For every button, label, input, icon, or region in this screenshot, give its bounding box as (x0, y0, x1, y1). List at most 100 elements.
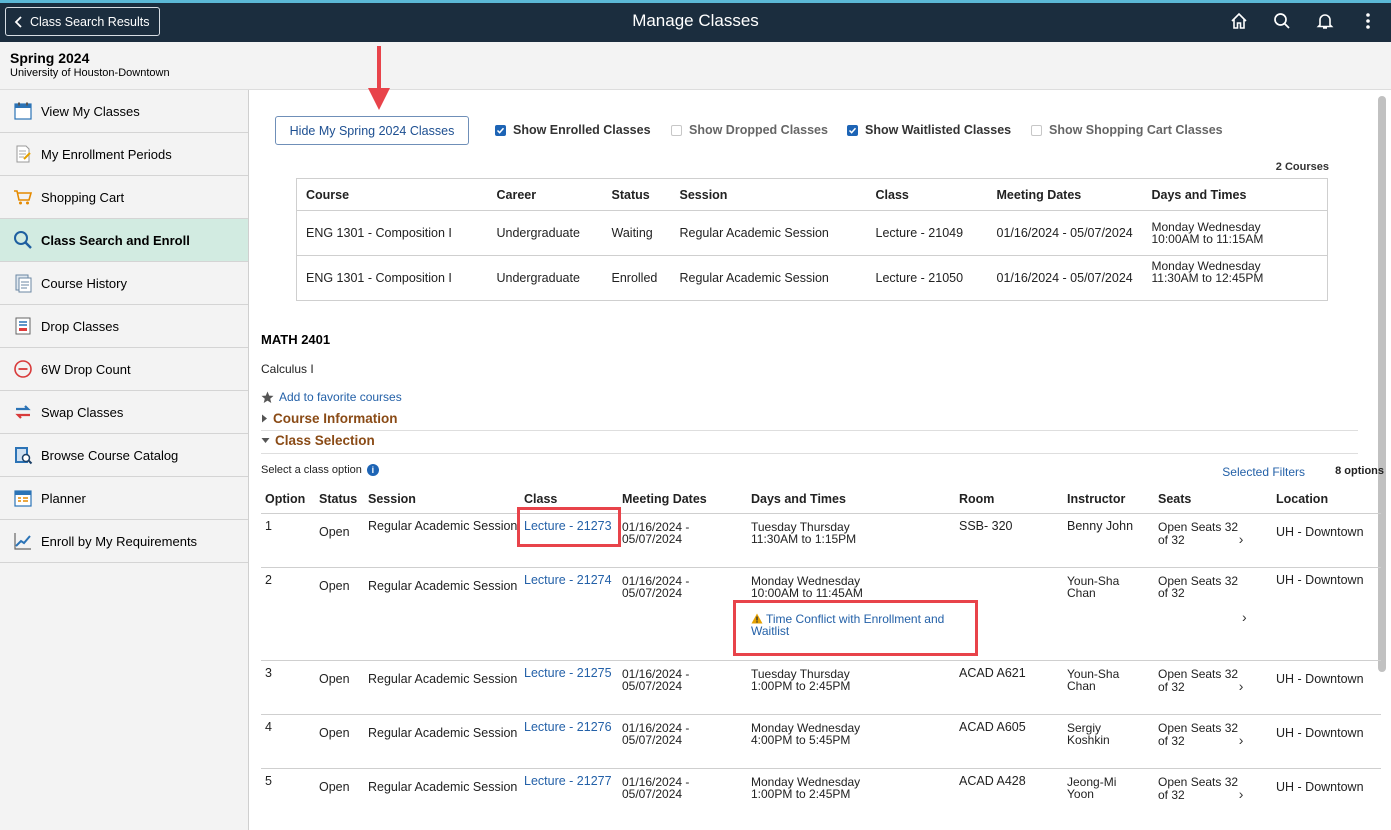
sidebar-item-browse-catalog[interactable]: Browse Course Catalog (0, 434, 248, 477)
course-information-toggle[interactable]: Course Information (261, 411, 398, 426)
option-cell: 2 (261, 567, 315, 661)
days-times-cell: Monday Wednesday 4:00PM to 5:45PM (747, 714, 955, 769)
sidebar-item-enroll-by-requirements[interactable]: Enroll by My Requirements (0, 520, 248, 563)
room-cell: ACAD A428 (959, 773, 1026, 788)
more-vertical-icon[interactable] (1357, 9, 1379, 33)
date-end: 05/07/2024 (622, 585, 683, 600)
sidebar-item-label: View My Classes (41, 103, 140, 119)
sidebar-item-6w-drop-count[interactable]: 6W Drop Count (0, 348, 248, 391)
class-link[interactable]: Lecture - 21277 (524, 774, 612, 788)
location-cell: UH - Downtown (1272, 660, 1381, 715)
column-header: Status (315, 485, 364, 514)
class-cell: Lecture - 21277 (520, 768, 618, 822)
column-header: Instructor (1063, 485, 1154, 514)
search-icon (14, 231, 32, 249)
checkbox-label: Show Enrolled Classes (513, 123, 651, 137)
room-cell (955, 567, 1063, 661)
hide-term-classes-button[interactable]: Hide My Spring 2024 Classes (275, 116, 469, 145)
caret-right-icon (262, 414, 267, 423)
class-selection-toggle[interactable]: Class Selection (261, 433, 375, 448)
select-class-option-label: Select a class option i (261, 464, 379, 476)
column-header: Status (602, 178, 671, 211)
chevron-right-icon[interactable]: › (1242, 610, 1272, 624)
dates-cell: 01/16/2024 -05/07/2024 (618, 513, 747, 568)
chevron-right-icon[interactable]: › (1239, 531, 1244, 547)
table-row[interactable]: 5 Open Regular Academic Session Lecture … (261, 768, 1381, 822)
date-end: 05/07/2024 (622, 786, 683, 801)
favorite-label: Add to favorite courses (279, 390, 402, 404)
show-enrolled-checkbox[interactable]: Show Enrolled Classes (495, 123, 651, 137)
room-cell: ACAD A621 (955, 660, 1063, 715)
sidebar-item-drop-classes[interactable]: Drop Classes (0, 305, 248, 348)
class-link[interactable]: Lecture - 21276 (524, 720, 612, 734)
chevron-right-icon[interactable]: › (1239, 732, 1244, 748)
document-icon (16, 145, 31, 163)
bell-icon[interactable] (1314, 9, 1336, 33)
sidebar-item-view-my-classes[interactable]: View My Classes (0, 90, 248, 133)
column-header: Location (1272, 485, 1381, 514)
column-header: Meeting Dates (618, 485, 747, 514)
sidebar-item-class-search[interactable]: Class Search and Enroll (0, 219, 248, 262)
term-name: Spring 2024 (10, 50, 90, 66)
selected-filters-link[interactable]: Selected Filters (1222, 465, 1305, 479)
sidebar-item-label: 6W Drop Count (41, 361, 131, 377)
show-cart-checkbox[interactable]: Show Shopping Cart Classes (1031, 123, 1223, 137)
room-cell: ACAD A605 (955, 714, 1063, 769)
table-row[interactable]: ENG 1301 - Composition I Undergraduate W… (296, 210, 1328, 256)
seats-total: of 32 (1158, 787, 1185, 802)
table-row[interactable]: ENG 1301 - Composition I Undergraduate E… (297, 256, 1328, 301)
location-cell: UH - Downtown (1272, 714, 1381, 769)
time-conflict-link[interactable]: Time Conflict with Enrollment and Waitlis… (751, 613, 955, 637)
class-link[interactable]: Lecture - 21273 (524, 519, 612, 533)
caret-down-icon (261, 438, 270, 443)
times-text: 1:00PM to 2:45PM (751, 786, 851, 801)
catalog-icon (15, 447, 33, 465)
sidebar-item-planner[interactable]: Planner (0, 477, 248, 520)
column-header: Session (364, 485, 520, 514)
chevron-right-icon[interactable]: › (1239, 678, 1244, 694)
table-header-row: Course Career Status Session Class Meeti… (296, 178, 1328, 211)
instructor-cell: Youn-Sha Chan (1063, 567, 1154, 661)
career-cell: Undergraduate (496, 271, 580, 285)
calendar-icon (14, 102, 32, 120)
chevron-right-icon[interactable]: › (1239, 786, 1244, 802)
status-cell: Waiting (602, 210, 671, 256)
session-cell: Regular Academic Session (364, 567, 520, 661)
show-dropped-checkbox[interactable]: Show Dropped Classes (671, 123, 828, 137)
dates-cell: 01/16/2024 - 05/07/2024 (987, 210, 1143, 256)
page-title: Manage Classes (632, 11, 759, 30)
class-link[interactable]: Lecture - 21275 (524, 666, 612, 680)
show-waitlisted-checkbox[interactable]: Show Waitlisted Classes (847, 123, 1011, 137)
info-icon[interactable]: i (366, 464, 379, 476)
checkbox-unchecked-icon (671, 124, 682, 136)
table-row[interactable]: 1 Open Regular Academic Session Lecture … (261, 513, 1381, 568)
checkbox-label: Show Dropped Classes (689, 123, 828, 137)
table-row[interactable]: 2 Open Regular Academic Session Lecture … (261, 567, 1381, 661)
instructor-cell: Sergiy Koshkin (1063, 714, 1154, 769)
seats-cell: Open Seats 32 of 32 › (1154, 768, 1272, 822)
home-icon[interactable] (1228, 9, 1250, 33)
session-cell: Regular Academic Session (368, 779, 518, 794)
add-favorite-link[interactable]: Add to favorite courses (261, 390, 402, 404)
sidebar-item-course-history[interactable]: Course History (0, 262, 248, 305)
drop-icon (15, 317, 31, 335)
status-cell: Open (315, 513, 364, 568)
instructor-last: Koshkin (1067, 732, 1110, 747)
sidebar-item-enrollment-periods[interactable]: My Enrollment Periods (0, 133, 248, 176)
table-row[interactable]: 3 Open Regular Academic Session Lecture … (261, 660, 1381, 715)
search-icon[interactable] (1271, 9, 1293, 33)
days-times-cell: Tuesday Thursday 1:00PM to 2:45PM (747, 660, 955, 715)
option-cell: 1 (261, 513, 315, 568)
course-code: MATH 2401 (261, 332, 331, 347)
seats-total: of 32 (1158, 733, 1185, 748)
course-cell: ENG 1301 - Composition I (296, 210, 488, 256)
table-row[interactable]: 4 Open Regular Academic Session Lecture … (261, 714, 1381, 769)
section-label: Class Selection (275, 433, 375, 448)
sidebar-item-swap-classes[interactable]: Swap Classes (0, 391, 248, 434)
class-link[interactable]: Lecture - 21274 (524, 573, 612, 587)
cart-icon (14, 190, 33, 205)
checkbox-checked-icon (495, 124, 506, 136)
seats-cell: Open Seats 32 of 32 › (1154, 660, 1272, 715)
sidebar-item-shopping-cart[interactable]: Shopping Cart (0, 176, 248, 219)
class-options-table: Option Status Session Class Meeting Date… (261, 485, 1381, 822)
